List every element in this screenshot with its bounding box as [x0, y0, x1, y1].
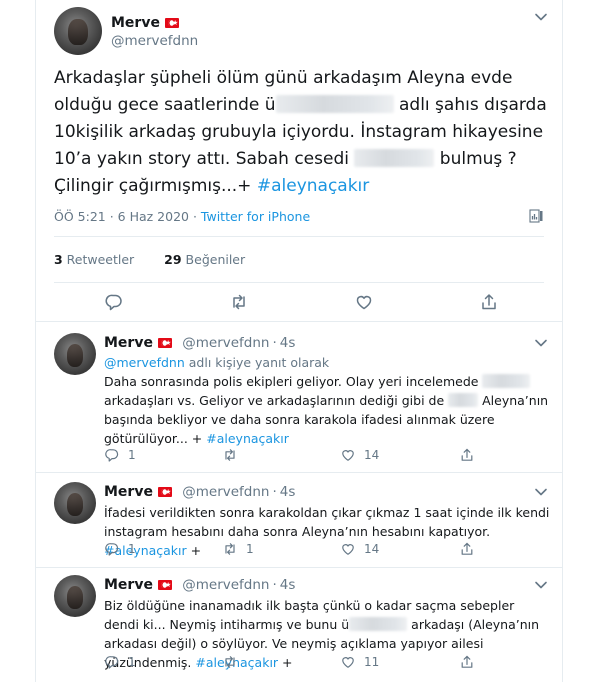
share-icon[interactable]	[479, 292, 499, 312]
tweet-actions	[36, 292, 562, 316]
like-icon	[342, 544, 354, 555]
redacted-text	[448, 393, 479, 407]
tweet-actions: 1 14	[104, 447, 550, 465]
author-handle[interactable]: @mervefdnn	[182, 335, 269, 351]
author-handle[interactable]: @mervefdnn	[182, 484, 269, 500]
divider	[54, 236, 544, 237]
retweet-action[interactable]	[222, 654, 246, 670]
retweet-action[interactable]	[222, 447, 246, 463]
reply-icon[interactable]	[104, 292, 124, 312]
turkey-flag-icon	[157, 578, 172, 592]
redacted-text	[354, 149, 435, 167]
share-icon	[461, 655, 473, 668]
tweet-actions: 1 11	[104, 654, 550, 672]
tweet-timestamp[interactable]: ÖÖ 5:21 · 6 Haz 2020 ·	[54, 209, 201, 224]
like-action[interactable]: 14	[340, 447, 379, 463]
avatar[interactable]	[54, 333, 96, 375]
author-name[interactable]: Merve	[104, 484, 153, 500]
reply-action[interactable]: 1	[104, 447, 136, 463]
like-action[interactable]: 11	[340, 654, 379, 670]
tweet-timestamp[interactable]: 4s	[280, 577, 296, 593]
author-name[interactable]: Merve	[111, 15, 160, 31]
tweet-text: @mervefdnn adlı kişiye yanıt olarak Daha…	[104, 355, 549, 446]
tweet-timestamp[interactable]: 4s	[280, 335, 296, 351]
chevron-down-icon[interactable]	[534, 578, 548, 592]
author-name[interactable]: Merve	[104, 335, 153, 351]
retweet-action[interactable]: 1	[222, 541, 254, 557]
reply-tweet[interactable]: Merve @mervefdnn·4s @mervefdnn adlı kişi…	[36, 323, 562, 473]
avatar[interactable]	[54, 482, 96, 524]
likes-stat[interactable]: 29 Beğeniler	[164, 252, 245, 267]
reply-action[interactable]: 1	[104, 541, 136, 557]
hashtag-link[interactable]: #aleynaçakır	[257, 176, 369, 196]
reply-action[interactable]: 1	[104, 654, 136, 670]
tweet-thread: Merve @mervefdnn Arkadaşlar şüpheli ölüm…	[35, 0, 563, 682]
reply-tweet[interactable]: Merve @mervefdnn·4s İfadesi verildikten …	[36, 474, 562, 568]
reply-tweet[interactable]: Merve @mervefdnn·4s Biz öldüğüne inanama…	[36, 569, 562, 682]
like-count: 11	[364, 655, 380, 669]
tweet-stats: 3 Retweetler 29 Beğeniler	[54, 252, 245, 267]
avatar[interactable]	[54, 575, 96, 617]
author-handle[interactable]: @mervefdnn	[182, 577, 269, 593]
like-count: 14	[364, 542, 380, 556]
reply-count: 1	[128, 448, 136, 462]
author-handle[interactable]: @mervefdnn	[111, 33, 198, 49]
like-icon	[342, 657, 354, 668]
tweet-source-link[interactable]: Twitter for iPhone	[201, 209, 310, 224]
redacted-text	[275, 95, 394, 113]
analytics-icon[interactable]	[528, 208, 544, 224]
divider	[54, 282, 544, 283]
turkey-flag-icon	[157, 336, 172, 350]
main-tweet: Merve @mervefdnn Arkadaşlar şüpheli ölüm…	[36, 0, 562, 322]
reply-count: 1	[128, 542, 136, 556]
like-action[interactable]: 14	[340, 541, 379, 557]
retweet-icon	[225, 656, 235, 668]
retweet-icon	[225, 449, 235, 461]
share-icon	[461, 542, 473, 555]
turkey-flag-icon	[157, 485, 172, 499]
reply-icon	[105, 449, 119, 462]
like-count: 14	[364, 448, 380, 462]
mention-link[interactable]: @mervefdnn	[104, 355, 185, 370]
redacted-text	[482, 374, 531, 388]
redacted-text	[349, 617, 408, 631]
hashtag-link[interactable]: #aleynaçakır	[206, 431, 289, 446]
chevron-down-icon[interactable]	[534, 485, 548, 499]
share-action[interactable]	[459, 541, 475, 557]
avatar[interactable]	[54, 7, 102, 55]
chevron-down-icon[interactable]	[534, 336, 548, 350]
tweet-timestamp[interactable]: 4s	[280, 484, 296, 500]
like-icon[interactable]	[354, 292, 374, 312]
reply-icon	[105, 543, 119, 556]
retweet-icon	[225, 543, 235, 555]
retweet-count: 1	[246, 542, 254, 556]
tweet-text: Arkadaşlar şüpheli ölüm günü arkadaşım A…	[54, 68, 547, 196]
chevron-down-icon[interactable]	[534, 10, 548, 24]
tweet-meta: ÖÖ 5:21 · 6 Haz 2020 · Twitter for iPhon…	[54, 209, 310, 224]
share-icon	[461, 448, 473, 461]
retweets-stat[interactable]: 3 Retweetler	[54, 252, 134, 267]
author-name[interactable]: Merve	[104, 577, 153, 593]
replying-to: @mervefdnn adlı kişiye yanıt olarak	[104, 355, 330, 370]
reply-count: 1	[128, 655, 136, 669]
share-action[interactable]	[459, 447, 475, 463]
like-icon	[342, 450, 354, 461]
share-action[interactable]	[459, 654, 475, 670]
turkey-flag-icon	[164, 16, 179, 30]
retweet-icon[interactable]	[229, 292, 249, 312]
tweet-actions: 1 1 14	[104, 541, 550, 559]
reply-icon	[105, 656, 119, 669]
